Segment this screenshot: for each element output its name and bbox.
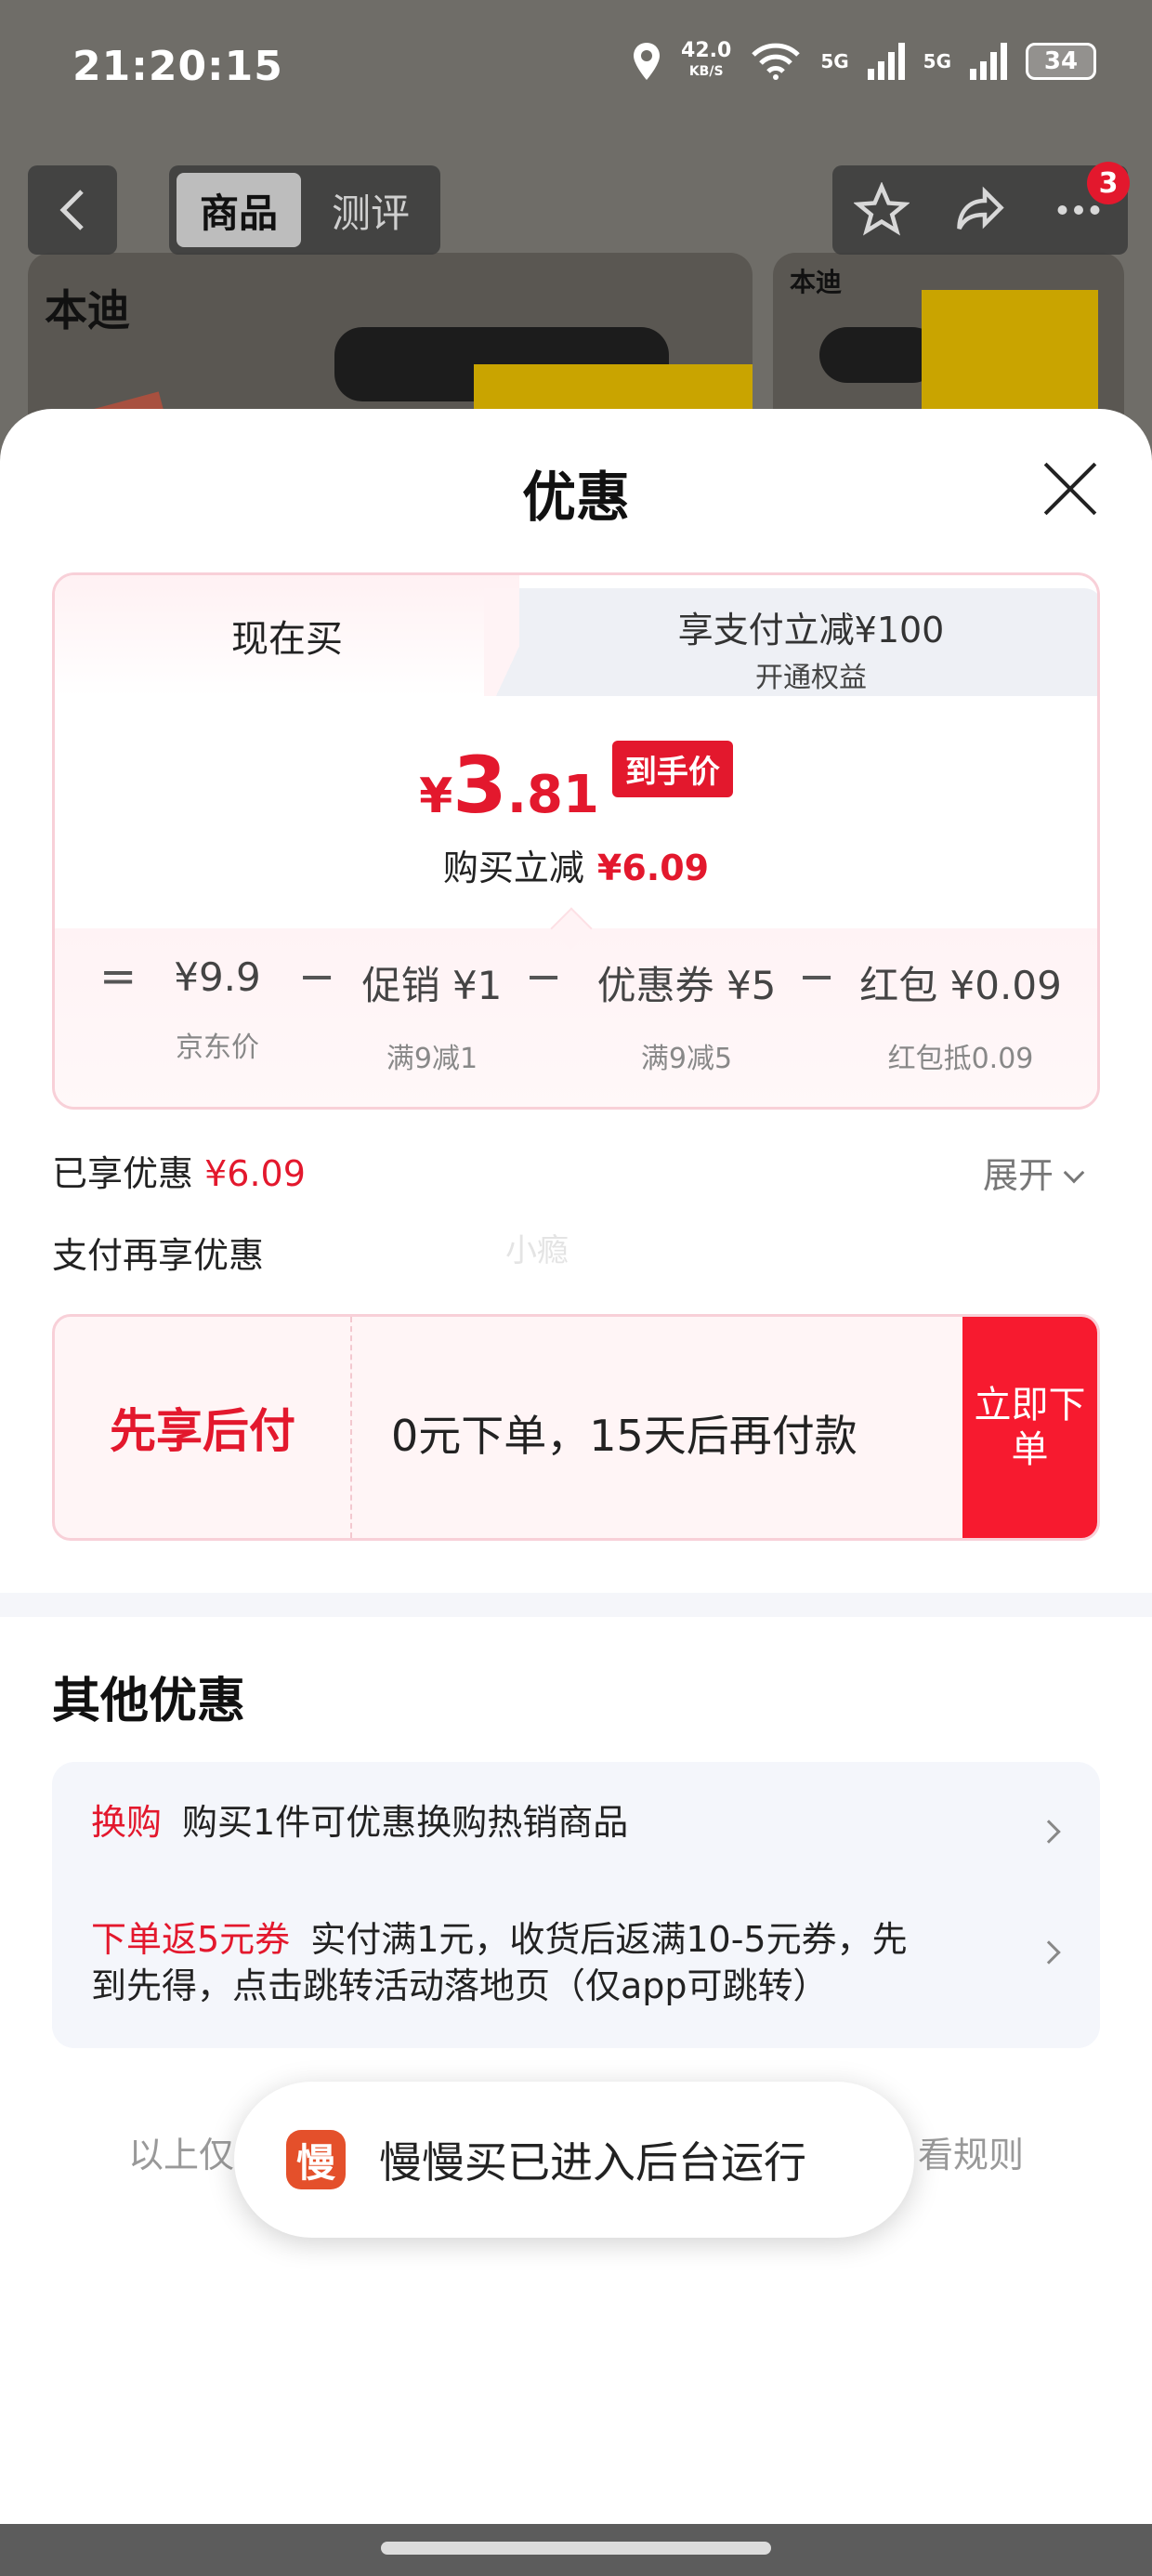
- wifi-icon: [752, 43, 801, 80]
- order-now-button[interactable]: 立即下单: [962, 1317, 1097, 1538]
- signal-bars-icon-2: [970, 43, 1007, 80]
- view-rules-link[interactable]: 看规则: [918, 2126, 1024, 2177]
- offer-item-coupon-return[interactable]: 下单返5元券 实付满1元，收货后返满10-5元券，先 到先得，点击跳转活动落地页（…: [91, 1916, 908, 2009]
- price-card: 现在买 享支付立减¥100 开通权益 ¥3.81 到手价 购买立减 ¥6.09 =…: [52, 572, 1100, 1110]
- star-icon[interactable]: [854, 182, 910, 238]
- equals-sign: =: [99, 951, 137, 1003]
- pay-more-discount-label: 支付再享优惠: [52, 1235, 265, 1276]
- minus-sign: −: [298, 951, 336, 1003]
- signal-label-2: 5G: [923, 50, 951, 72]
- tab-buy-now[interactable]: 现在买: [55, 575, 519, 696]
- brand-logo: 本迪: [45, 285, 130, 335]
- instant-saving: 购买立减 ¥6.09: [442, 848, 710, 888]
- chevron-right-icon: [1037, 1940, 1061, 1965]
- final-price-row: ¥3.81 到手价: [55, 741, 1097, 825]
- other-offers-list: 换购 购买1件可优惠换购热销商品 下单返5元券 实付满1元，收货后返满10-5元券，…: [52, 1762, 1100, 2048]
- signal-bars-icon: [867, 43, 905, 80]
- tab-pay-line2: 开通权益: [755, 662, 867, 694]
- offer-item-trade-in[interactable]: 换购 购买1件可优惠换购热销商品: [91, 1799, 628, 1846]
- status-bar: 21:20:15 42.0 KB/S 5G 5G 34: [0, 0, 1152, 139]
- notification-badge: 3: [1087, 162, 1130, 204]
- status-time: 21:20:15: [72, 43, 283, 90]
- price-breakdown: = ¥9.9 京东价 − 促销 ¥1 满9减1 − 优惠券 ¥5 满9减5 − …: [55, 928, 1097, 1107]
- chevron-down-icon: [1063, 1162, 1085, 1184]
- section-divider: [0, 1593, 1152, 1617]
- net-speed: 42.0 KB/S: [681, 39, 732, 80]
- breakdown-coupon: 优惠券 ¥5 满9减5: [596, 963, 777, 1075]
- tab-goods[interactable]: 商品: [177, 173, 301, 247]
- final-price: ¥3.81: [419, 740, 599, 831]
- breakdown-promotion: 促销 ¥1 满9减1: [361, 963, 503, 1075]
- background-toast: 慢 慢慢买已进入后台运行: [234, 2082, 914, 2238]
- tab-reviews[interactable]: 测评: [308, 173, 433, 247]
- tab-pay-discount[interactable]: 享支付立减¥100 开通权益: [519, 588, 1097, 696]
- back-button[interactable]: [28, 165, 117, 255]
- tab-pay-line1: 享支付立减¥100: [677, 610, 945, 651]
- enjoyed-discount: 已享优惠 ¥6.09: [52, 1153, 306, 1194]
- final-price-tag: 到手价: [611, 741, 733, 797]
- close-icon[interactable]: [1041, 459, 1100, 519]
- toast-message: 慢慢买已进入后台运行: [379, 2137, 806, 2188]
- signal-label-1: 5G: [820, 50, 849, 72]
- bnpl-description: 0元下单，15天后再付款: [391, 1411, 857, 1461]
- buy-now-pay-later-card[interactable]: 先享后付 0元下单，15天后再付款 立即下单: [52, 1314, 1100, 1541]
- breakdown-jd-price: ¥9.9 京东价: [174, 954, 261, 1064]
- brand-logo-small: 本迪: [790, 267, 843, 297]
- expand-button[interactable]: 展开: [983, 1147, 1085, 1198]
- share-icon[interactable]: [952, 182, 1008, 238]
- sheet-title: 优惠: [521, 466, 630, 529]
- bnpl-label: 先享后付: [55, 1317, 352, 1538]
- minus-sign: −: [525, 951, 563, 1003]
- other-offers-title: 其他优惠: [52, 1674, 246, 1729]
- breakdown-red-packet: 红包 ¥0.09 红包抵0.09: [859, 963, 1062, 1075]
- status-icons: 42.0 KB/S 5G 5G 34: [631, 41, 1096, 82]
- battery-icon: 34: [1026, 43, 1096, 80]
- chevron-left-icon: [59, 190, 84, 230]
- minus-sign: −: [798, 951, 836, 1003]
- home-indicator[interactable]: [381, 2542, 771, 2555]
- location-icon: [634, 43, 661, 80]
- chevron-right-icon: [1037, 1820, 1061, 1844]
- header-actions: [832, 165, 1128, 255]
- page-tabs: 商品 测评: [169, 165, 440, 255]
- watermark: 小瘾: [505, 1232, 569, 1269]
- app-logo-icon: 慢: [286, 2130, 346, 2189]
